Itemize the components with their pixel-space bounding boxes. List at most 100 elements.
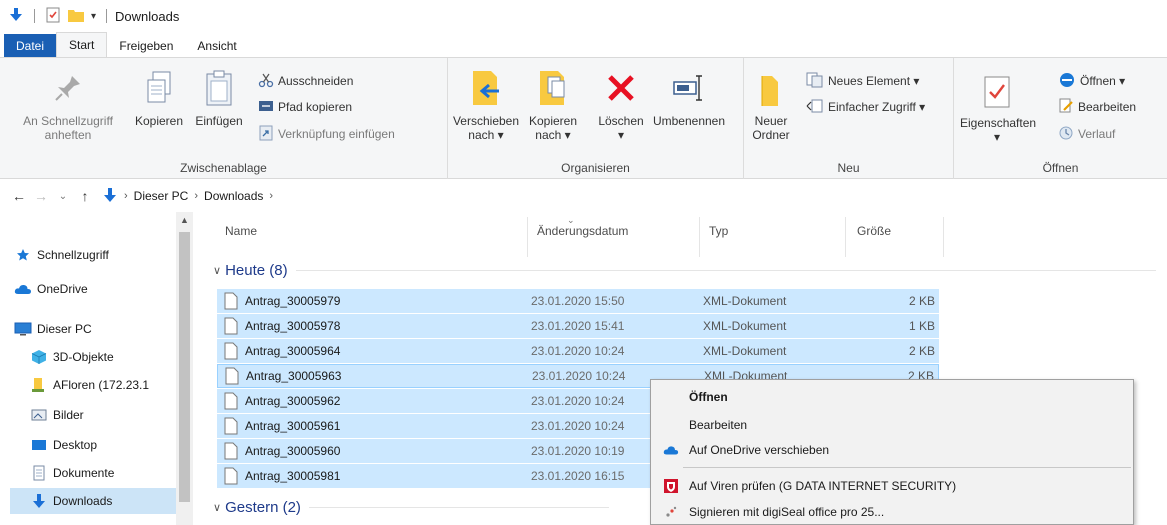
cloud-icon: [663, 442, 679, 458]
monitor-icon: [14, 321, 32, 337]
folder-icon[interactable]: [67, 7, 85, 26]
nav-scrollbar[interactable]: ▲: [176, 212, 193, 525]
group-label-open: Öffnen: [1042, 161, 1079, 175]
column-header-name[interactable]: Name: [225, 224, 257, 238]
clipboard-paste-icon: [190, 66, 248, 110]
paste-shortcut-button[interactable]: Verknüpfung einfügen: [258, 124, 395, 144]
scissors-icon: [258, 72, 274, 91]
sort-indicator-icon: ⌄: [567, 215, 575, 225]
customize-dropdown-icon[interactable]: ▾: [91, 11, 96, 22]
copy-button[interactable]: Kopieren: [130, 66, 188, 128]
nav-item-network-drive[interactable]: AFloren (172.23.1: [0, 372, 176, 398]
breadcrumb-this-pc[interactable]: Dieser PC: [134, 189, 189, 203]
properties-button[interactable]: Eigenschaften ▾: [960, 72, 1037, 144]
forward-arrow-icon[interactable]: →: [30, 188, 52, 204]
navigation-pane: Schnellzugriff OneDrive Dieser PC 3D-Obj…: [0, 212, 190, 525]
pin-icon: [6, 66, 130, 110]
copy-path-button[interactable]: Pfad kopieren: [258, 97, 352, 117]
properties-check-icon[interactable]: [45, 7, 61, 26]
column-divider[interactable]: [699, 217, 700, 257]
new-folder-button[interactable]: Neuer Ordner: [746, 72, 796, 142]
group-organize: Verschieben nach ▾ Kopieren nach ▾ Lösch…: [448, 58, 744, 179]
back-arrow-icon[interactable]: ←: [8, 188, 30, 204]
column-header-date-label: Änderungsdatum: [537, 224, 629, 238]
group-header-today[interactable]: ∨ Heute (8): [213, 262, 1156, 279]
breadcrumb-chevron-icon[interactable]: ›: [269, 190, 273, 202]
shortcut-icon: [258, 125, 274, 144]
paste-button[interactable]: Einfügen: [190, 66, 248, 128]
move-to-button[interactable]: Verschieben nach ▾: [450, 66, 522, 142]
properties-label: Eigenschaften: [960, 116, 1037, 130]
ribbon-tabs: Datei Start Freigeben Ansicht: [0, 32, 1167, 58]
history-label: Verlauf: [1078, 127, 1116, 141]
rename-button[interactable]: Umbenennen: [650, 66, 728, 128]
nav-item-this-pc[interactable]: Dieser PC: [0, 316, 176, 342]
tab-start[interactable]: Start: [56, 32, 108, 58]
group-open: Eigenschaften ▾ Öffnen ▾ Bearbeiten Verl…: [954, 58, 1167, 179]
nav-scrollbar-thumb[interactable]: [179, 232, 190, 502]
new-item-button[interactable]: Neues Element ▾: [806, 71, 919, 91]
breadcrumb: › Dieser PC › Downloads ›: [102, 187, 273, 206]
column-divider[interactable]: [527, 217, 528, 257]
nav-item-documents[interactable]: Dokumente: [0, 460, 176, 486]
down-arrow-icon[interactable]: [8, 7, 24, 26]
breadcrumb-downloads[interactable]: Downloads: [204, 189, 263, 203]
scroll-up-icon[interactable]: ▲: [180, 215, 189, 225]
nav-item-quick-access[interactable]: Schnellzugriff: [0, 242, 176, 268]
ribbon: An Schnellzugriff anheften Kopieren Einf…: [0, 57, 1167, 179]
menu-item-digiseal-sign[interactable]: Signieren mit digiSeal office pro 25...: [651, 500, 1133, 523]
history-button[interactable]: Verlauf: [1058, 124, 1115, 144]
menu-item-edit[interactable]: Bearbeiten: [651, 413, 1133, 436]
copy-to-button[interactable]: Kopieren nach ▾: [522, 66, 584, 142]
tab-file[interactable]: Datei: [4, 34, 57, 58]
nav-item-3d-objects[interactable]: 3D-Objekte: [0, 344, 176, 370]
breadcrumb-chevron-icon[interactable]: ›: [124, 190, 128, 202]
edit-button[interactable]: Bearbeiten: [1058, 97, 1136, 117]
copy-path-label: Pfad kopieren: [278, 100, 353, 114]
edit-pencil-icon: [1058, 98, 1074, 117]
tab-share[interactable]: Freigeben: [107, 34, 185, 58]
group-header-yesterday[interactable]: ∨ Gestern (2): [213, 499, 609, 516]
nav-item-downloads[interactable]: Downloads: [10, 488, 176, 514]
group-divider: [308, 507, 609, 508]
pin-quick-access-button[interactable]: An Schnellzugriff anheften: [6, 66, 130, 142]
nav-item-pictures[interactable]: Bilder: [0, 402, 176, 428]
column-header-date[interactable]: ⌄ Änderungsdatum: [537, 215, 629, 238]
column-header-size[interactable]: Größe: [857, 224, 891, 238]
nav-label: Dieser PC: [37, 322, 92, 336]
file-date: 23.01.2020 10:24: [531, 419, 625, 433]
group-divider: [295, 270, 1156, 271]
nav-item-onedrive[interactable]: OneDrive: [0, 276, 176, 302]
table-row[interactable]: Antrag_30005978 23.01.2020 15:41 XML-Dok…: [217, 314, 939, 338]
delete-button[interactable]: Löschen ▾: [592, 66, 650, 142]
nav-label: Schnellzugriff: [37, 248, 109, 262]
file-date: 23.01.2020 10:24: [532, 369, 626, 383]
open-button[interactable]: Öffnen ▾: [1058, 71, 1125, 91]
nav-item-desktop[interactable]: Desktop: [0, 432, 176, 458]
nav-label: Bilder: [53, 408, 84, 422]
recent-dropdown-icon[interactable]: ⌄: [52, 191, 74, 202]
breadcrumb-chevron-icon[interactable]: ›: [194, 190, 198, 202]
file-size: 2 KB: [908, 294, 935, 308]
file-type: XML-Dokument: [703, 319, 787, 333]
group-header-yesterday-label: Gestern (2): [225, 499, 301, 516]
column-divider[interactable]: [845, 217, 846, 257]
menu-item-virus-scan[interactable]: Auf Viren prüfen (G DATA INTERNET SECURI…: [651, 474, 1133, 497]
context-menu: Öffnen Bearbeiten Auf OneDrive verschieb…: [650, 379, 1134, 525]
menu-divider: [683, 467, 1131, 468]
easy-access-button[interactable]: Einfacher Zugriff ▾: [806, 97, 925, 117]
file-name: Antrag_30005960: [245, 444, 341, 458]
file-icon: [224, 317, 238, 335]
column-header-type[interactable]: Typ: [709, 224, 728, 238]
table-row[interactable]: Antrag_30005964 23.01.2020 10:24 XML-Dok…: [217, 339, 939, 363]
gdata-shield-icon: [663, 478, 679, 494]
tab-view[interactable]: Ansicht: [185, 34, 248, 58]
menu-item-move-to-onedrive[interactable]: Auf OneDrive verschieben: [651, 438, 1133, 461]
group-label-organize: Organisieren: [561, 161, 630, 175]
column-divider[interactable]: [943, 217, 944, 257]
up-arrow-icon[interactable]: ↑: [74, 188, 96, 204]
cut-button[interactable]: Ausschneiden: [258, 71, 353, 91]
group-new: Neuer Ordner Neues Element ▾ Einfacher Z…: [744, 58, 954, 179]
menu-item-open[interactable]: Öffnen: [651, 385, 1133, 408]
table-row[interactable]: Antrag_30005979 23.01.2020 15:50 XML-Dok…: [217, 289, 939, 313]
